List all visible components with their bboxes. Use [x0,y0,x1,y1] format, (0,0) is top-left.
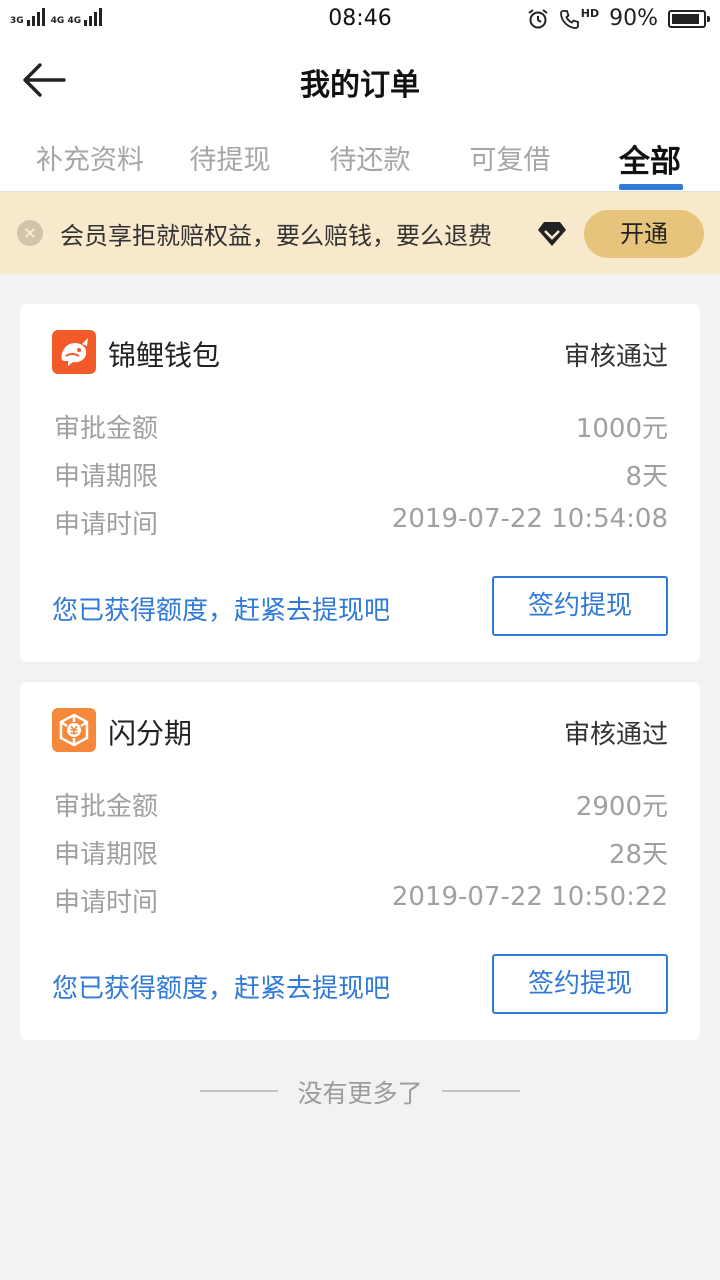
shan-fenqi-logo-icon [52,708,96,752]
sign-withdraw-button[interactable]: 签约提现 [492,576,668,636]
time-label: 申请时间 [54,888,159,918]
status-bar: 3G 4G 4G 08:46 HD 90% [0,0,720,40]
app-header: 我的订单 [0,40,720,122]
term-label: 申请期限 [54,462,159,492]
koi-wallet-logo-icon [52,330,96,374]
phone-icon [559,9,579,29]
amount-label: 审批金额 [54,792,159,822]
tab-supplement[interactable]: 补充资料 [20,138,160,177]
amount-label: 审批金额 [54,414,159,444]
term-value: 8天 [625,462,668,492]
time-value: 2019-07-22 10:54:08 [391,504,668,534]
divider-right [442,1090,520,1092]
order-card: 锦鲤钱包 审核通过 审批金额 1000元 申请期限 8天 申请时间 2019-0… [20,304,700,662]
order-status: 审核通过 [563,720,668,750]
order-card: 闪分期 审核通过 审批金额 2900元 申请期限 28天 申请时间 2019-0… [20,682,700,1040]
no-more-text: 没有更多了 [297,1079,423,1108]
tab-all[interactable]: 全部 [580,136,720,181]
time-value: 2019-07-22 10:50:22 [391,882,668,912]
hd-call-indicator: HD [559,8,599,30]
no-more-footer: 没有更多了 [0,1074,720,1110]
withdraw-hint[interactable]: 您已获得额度，赶紧去提现吧 [52,590,390,627]
status-right: HD 90% [527,6,710,31]
divider-left [200,1090,278,1092]
order-status: 审核通过 [563,342,668,372]
lender-name: 闪分期 [108,717,193,750]
amount-value: 2900元 [575,792,668,822]
banner-text: 会员享拒就赔权益，要么赔钱，要么退费 [60,222,492,250]
withdraw-hint[interactable]: 您已获得额度，赶紧去提现吧 [52,968,390,1005]
page-title: 我的订单 [300,68,420,103]
sign-withdraw-button[interactable]: 签约提现 [492,954,668,1014]
close-icon[interactable] [17,220,43,246]
time-label: 申请时间 [54,510,159,540]
tab-reborrow[interactable]: 可复借 [440,138,580,177]
battery-icon [668,9,710,28]
amount-value: 1000元 [575,414,668,444]
battery-percent: 90% [609,6,658,31]
term-value: 28天 [608,840,668,870]
active-tab-indicator [619,184,683,190]
hd-label: HD [580,6,600,20]
term-label: 申请期限 [54,840,159,870]
order-tabs: 补充资料 待提现 待还款 可复借 全部 [0,122,720,192]
alarm-icon [528,8,548,28]
tab-pending-withdraw[interactable]: 待提现 [160,138,300,177]
diamond-icon [538,222,566,246]
tab-pending-repay[interactable]: 待还款 [300,138,440,177]
member-banner: 会员享拒就赔权益，要么赔钱，要么退费 开通 [0,192,720,274]
lender-name: 锦鲤钱包 [108,339,221,372]
activate-button[interactable]: 开通 [584,210,704,258]
